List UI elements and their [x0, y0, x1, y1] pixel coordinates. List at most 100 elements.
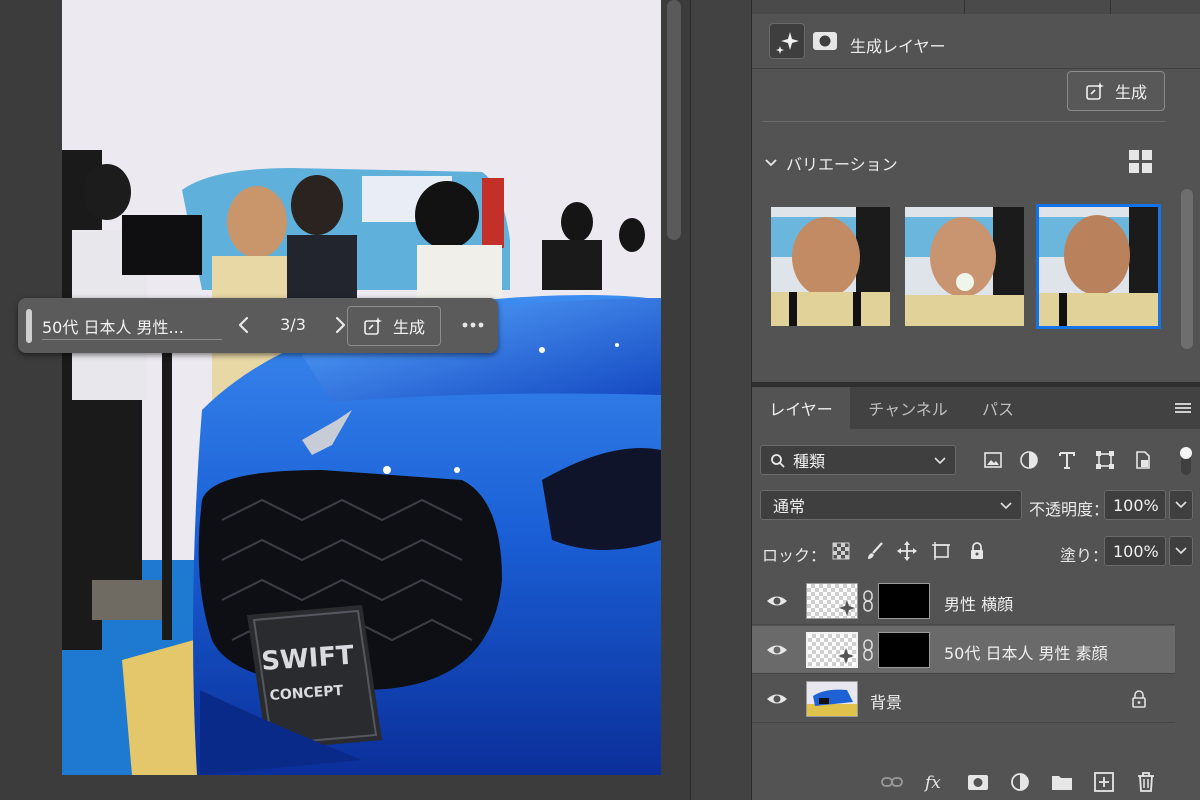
- layer-row[interactable]: 背景: [752, 675, 1175, 723]
- layer-thumbnail: [806, 583, 858, 619]
- tab-paths[interactable]: パス: [966, 387, 1030, 429]
- filter-smart-objects-button[interactable]: [1132, 449, 1154, 471]
- lock-transparent-pixels-button[interactable]: [830, 540, 852, 562]
- blend-mode-select[interactable]: 通常: [760, 490, 1022, 520]
- filter-type-layers-button[interactable]: [1056, 449, 1078, 471]
- variation-thumbnail-2[interactable]: [905, 207, 1024, 326]
- mask-link-icon[interactable]: [862, 638, 874, 662]
- lock-artboard-button[interactable]: [930, 540, 952, 562]
- canvas-vertical-scroll-thumb[interactable]: [667, 0, 681, 240]
- image-icon: [984, 452, 1002, 468]
- properties-generate-button[interactable]: 生成: [1067, 71, 1165, 111]
- opacity-slider-button[interactable]: [1169, 490, 1193, 520]
- document-canvas-area[interactable]: SWIFT CONCEPT 50代 日本人 男性... 3/3 生成: [0, 0, 690, 800]
- layer-name[interactable]: 50代 日本人 男性 素顔: [944, 640, 1108, 664]
- add-layer-style-button[interactable]: fx: [923, 770, 948, 794]
- variations-title: バリエーション: [786, 155, 898, 174]
- layer-row[interactable]: 50代 日本人 男性 素顔: [752, 626, 1175, 674]
- filter-pixel-layers-button[interactable]: [982, 449, 1004, 471]
- sparkle-badge-icon: [839, 600, 855, 616]
- properties-scroll-thumb[interactable]: [1181, 189, 1193, 349]
- lock-all-button[interactable]: [966, 540, 988, 562]
- mask-icon[interactable]: [812, 31, 838, 51]
- layer-lock-icon[interactable]: [1130, 688, 1148, 710]
- variation-image-3: [1039, 207, 1158, 326]
- variation-counter: 3/3: [280, 315, 306, 334]
- layer-name[interactable]: 背景: [870, 689, 902, 713]
- opacity-label: 不透明度：: [1029, 500, 1110, 519]
- fill-input[interactable]: 100%: [1104, 536, 1166, 566]
- variations-section-header[interactable]: バリエーション: [764, 151, 898, 175]
- filter-toggle[interactable]: [1178, 445, 1194, 477]
- more-dots-icon: [462, 322, 484, 328]
- car-show-photo: SWIFT CONCEPT: [62, 0, 661, 775]
- eye-icon: [767, 596, 787, 606]
- fill-slider-button[interactable]: [1169, 536, 1193, 566]
- new-fill-adjustment-button[interactable]: [1008, 770, 1032, 794]
- chevron-down-icon: [1000, 502, 1012, 510]
- layers-footer-toolbar: fx: [752, 762, 1200, 800]
- panel-menu-button[interactable]: [1172, 399, 1194, 417]
- taskbar-generate-label: 生成: [392, 318, 425, 337]
- hamburger-menu-icon: [1175, 403, 1191, 413]
- chevron-left-icon: [238, 316, 249, 334]
- tab-layers[interactable]: レイヤー: [752, 387, 850, 429]
- filter-adjustment-layers-button[interactable]: [1018, 449, 1040, 471]
- more-options-button[interactable]: [458, 312, 488, 338]
- layer-row[interactable]: 男性 横顔: [752, 577, 1175, 625]
- variation-image-1: [771, 207, 890, 326]
- contextual-task-bar: 50代 日本人 男性... 3/3 生成: [18, 298, 498, 353]
- chevron-down-icon: [1175, 547, 1187, 555]
- panel-divider[interactable]: [690, 0, 752, 800]
- lock-label: ロック：: [762, 546, 827, 565]
- lock-icon: [971, 542, 983, 559]
- opacity-input[interactable]: 100%: [1104, 490, 1166, 520]
- layer-name[interactable]: 男性 横顔: [944, 591, 1013, 615]
- generate-icon: [1086, 82, 1104, 100]
- layer-filter-kind-select[interactable]: 種類: [760, 445, 956, 475]
- visibility-toggle[interactable]: [766, 690, 788, 708]
- layer-mask-thumbnail[interactable]: [878, 583, 930, 619]
- delete-layer-button[interactable]: [1134, 770, 1158, 794]
- mask-icon: [968, 775, 988, 790]
- visibility-toggle[interactable]: [766, 641, 788, 659]
- fx-icon: fx: [923, 773, 941, 793]
- divider: [762, 121, 1166, 122]
- chevron-down-icon: [1175, 501, 1187, 509]
- new-layer-button[interactable]: [1092, 770, 1116, 794]
- toggle-switch-icon: [1180, 447, 1192, 475]
- add-mask-button[interactable]: [966, 770, 990, 794]
- variation-thumbnail-3[interactable]: [1036, 204, 1161, 329]
- taskbar-generate-button[interactable]: 生成: [347, 306, 441, 346]
- svg-text:fx: fx: [924, 773, 941, 793]
- artboard-icon: [932, 542, 950, 560]
- lock-position-button[interactable]: [896, 540, 918, 562]
- lock-image-pixels-button[interactable]: [864, 540, 886, 562]
- previous-variation-button[interactable]: [232, 312, 256, 338]
- adjustment-circle-icon: [1020, 451, 1038, 469]
- variation-thumbnail-1[interactable]: [771, 207, 890, 326]
- background-image-thumbnail: [807, 682, 857, 716]
- shape-transform-icon: [1096, 451, 1114, 469]
- tab-channels[interactable]: チャンネル: [852, 387, 964, 429]
- generative-layer-icon-button[interactable]: [769, 23, 805, 59]
- grid-view-button[interactable]: [1128, 149, 1154, 175]
- link-layers-button[interactable]: [880, 770, 904, 794]
- adjustment-circle-icon: [1011, 773, 1029, 791]
- plus-square-icon: [1094, 772, 1114, 792]
- visibility-toggle[interactable]: [766, 592, 788, 610]
- prompt-field[interactable]: 50代 日本人 男性...: [42, 310, 222, 340]
- filter-kind-label: 種類: [793, 452, 826, 471]
- folder-icon: [1052, 776, 1072, 790]
- taskbar-drag-handle[interactable]: [26, 309, 32, 343]
- properties-panel: 生成レイヤー 生成 バリエーション: [752, 14, 1200, 382]
- layers-tab-bar: レイヤー チャンネル パス: [752, 387, 1200, 429]
- mask-link-icon[interactable]: [862, 589, 874, 613]
- brush-icon: [868, 542, 883, 559]
- layer-mask-thumbnail[interactable]: [878, 632, 930, 668]
- new-group-button[interactable]: [1050, 770, 1074, 794]
- canvas-horizontal-scrollbar[interactable]: [0, 775, 690, 800]
- filter-shape-layers-button[interactable]: [1094, 449, 1116, 471]
- search-icon: [771, 454, 785, 468]
- canvas-image[interactable]: SWIFT CONCEPT: [62, 0, 661, 775]
